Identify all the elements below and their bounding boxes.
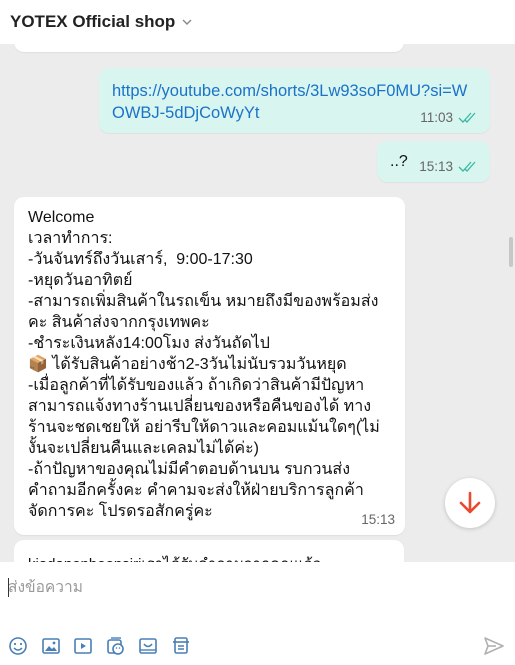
message-meta: 15:13	[419, 159, 480, 174]
video-button[interactable]	[71, 634, 95, 658]
order-button[interactable]	[169, 634, 193, 658]
text-caret	[8, 578, 9, 597]
welcome-message-text: Welcome เวลาทำการ: -วันจันทร์ถึงวันเสาร์…	[28, 209, 380, 520]
send-icon[interactable]	[482, 634, 506, 658]
incoming-message-bubble[interactable]: kiadanonboonsiriเราได้รับคำถามจากคุณแล้ว	[14, 540, 404, 562]
video-icon	[74, 638, 92, 654]
read-ticks-icon	[458, 112, 476, 123]
message-meta: 11:03	[420, 110, 480, 125]
message-list[interactable]: https://youtube.com/shorts/3Lw93soF0MU?s…	[0, 44, 515, 562]
arrow-down-icon	[459, 491, 481, 514]
scrollbar-thumb[interactable]	[509, 237, 513, 267]
scroll-to-bottom-button[interactable]	[445, 478, 495, 528]
image-icon	[41, 638, 60, 654]
outgoing-message-bubble[interactable]: https://youtube.com/shorts/3Lw93soF0MU?s…	[99, 68, 490, 133]
message-text: kiadanonboonsiriเราได้รับคำถามจากคุณแล้ว	[28, 552, 404, 562]
message-input[interactable]	[8, 576, 468, 600]
message-meta: 15:13	[361, 512, 395, 527]
product-icon	[139, 638, 157, 654]
composer-toolbar	[6, 634, 201, 658]
message-time: 15:13	[419, 159, 453, 174]
chevron-down-icon[interactable]	[181, 16, 193, 28]
sticker-icon	[106, 637, 124, 655]
order-icon	[172, 637, 189, 654]
incoming-message-bubble[interactable]: Welcome เวลาทำการ: -วันจันทร์ถึงวันเสาร์…	[14, 197, 405, 535]
chat-header: YOTEX Official shop	[0, 0, 515, 44]
previous-message-bubble	[14, 44, 404, 52]
read-ticks-icon	[458, 161, 476, 172]
outgoing-message-bubble[interactable]: ..? 15:13	[377, 141, 490, 182]
shop-name[interactable]: YOTEX Official shop	[10, 12, 175, 32]
image-button[interactable]	[39, 634, 63, 658]
product-button[interactable]	[136, 634, 160, 658]
emoji-button[interactable]	[6, 634, 30, 658]
message-time: 11:03	[420, 110, 453, 125]
sticker-button[interactable]	[104, 634, 128, 658]
composer	[0, 562, 515, 665]
message-link[interactable]: https://youtube.com/shorts/3Lw93soF0MU?s…	[112, 80, 472, 124]
message-time: 15:13	[361, 512, 395, 527]
emoji-icon	[9, 637, 27, 655]
